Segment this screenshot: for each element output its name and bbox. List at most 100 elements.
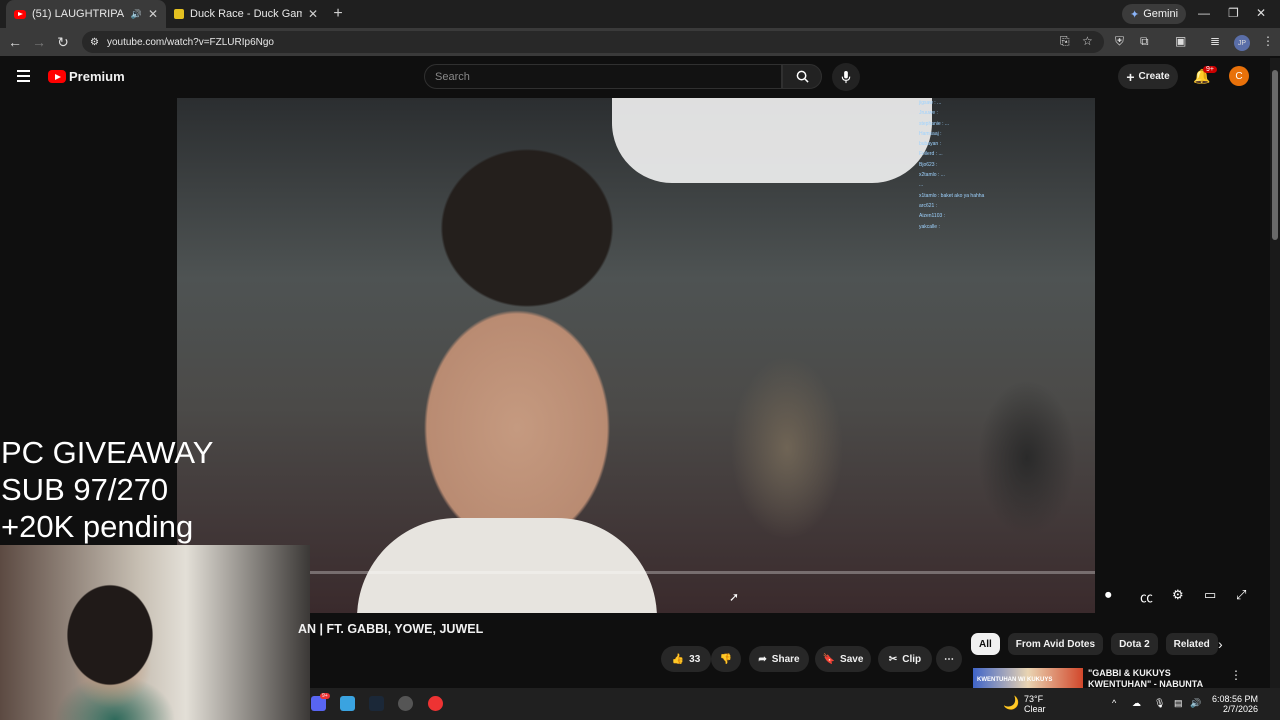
logo-text: Premium bbox=[69, 69, 125, 84]
url-text: youtube.com/watch?v=FZLURIp6Ngo bbox=[106, 36, 274, 48]
chevron-right-icon[interactable]: › bbox=[1218, 636, 1223, 652]
side-panel-icon[interactable]: ▣ bbox=[1175, 34, 1186, 48]
tab-title: Duck Race - Duck Games bbox=[190, 8, 302, 20]
chat-line: jigsaw : ... bbox=[919, 100, 942, 106]
gemini-icon: ✦ bbox=[1130, 8, 1140, 21]
new-tab-button[interactable]: + bbox=[326, 5, 350, 23]
chat-line: x1tamlo : baket ako ya hahha bbox=[919, 192, 985, 199]
weather-moon-icon[interactable]: 🌙 bbox=[1003, 695, 1019, 711]
voice-search-button[interactable] bbox=[832, 63, 860, 91]
weather-widget[interactable]: 73°F Clear bbox=[1024, 694, 1046, 714]
minimize-icon[interactable]: — bbox=[1198, 6, 1210, 20]
recommendation-chips: All From Avid Dotes Dota 2 Related bbox=[971, 633, 1218, 655]
close-window-icon[interactable]: ✕ bbox=[1256, 6, 1266, 20]
media-controls-icon[interactable]: ≣ bbox=[1210, 34, 1220, 48]
mouse-cursor-icon: ➚ bbox=[729, 590, 740, 604]
video-frame-sunroof bbox=[612, 98, 932, 183]
browser-tab-strip: (51) LAUGHTRIPAN | KUKUYS 🔊 ✕ Duck Race … bbox=[0, 0, 1280, 28]
menu-hamburger-icon[interactable] bbox=[17, 70, 30, 85]
share-button[interactable]: ➦ Share bbox=[749, 646, 809, 672]
back-icon[interactable]: ← bbox=[3, 34, 27, 50]
miniplayer-icon[interactable]: ▭ bbox=[1204, 587, 1216, 603]
overlay-line: +20K pending bbox=[1, 509, 194, 544]
clock[interactable]: 6:08:56 PM 2/7/2026 bbox=[1212, 694, 1258, 714]
settings-gear-icon[interactable]: ⚙ bbox=[1172, 587, 1184, 603]
search-button[interactable] bbox=[782, 64, 822, 89]
browser-menu-icon[interactable]: ⋮ bbox=[1262, 34, 1274, 48]
thumbnail-text: KWENTUHAN W/ KUKUYS bbox=[977, 677, 1053, 683]
tab-duck-race[interactable]: Duck Race - Duck Games ✕ bbox=[166, 0, 326, 28]
clip-button[interactable]: ✂ Clip bbox=[878, 646, 932, 672]
install-app-icon[interactable]: ⎘ bbox=[1060, 34, 1070, 49]
create-button[interactable]: + Create bbox=[1118, 64, 1178, 89]
chip-all[interactable]: All bbox=[971, 633, 1000, 655]
chip-dota-2[interactable]: Dota 2 bbox=[1111, 633, 1158, 655]
media-player-icon[interactable] bbox=[428, 696, 443, 711]
autoplay-toggle-icon[interactable]: ⏺ bbox=[1105, 587, 1112, 603]
volume-icon[interactable]: 🔊 bbox=[1190, 698, 1201, 708]
gemini-button[interactable]: ✦ Gemini bbox=[1122, 4, 1187, 24]
video-player[interactable]: jigsaw : ... Jruuwe : stephanie : ... Ha… bbox=[177, 98, 1095, 613]
save-button[interactable]: 🔖 Save bbox=[815, 646, 871, 672]
search-icon bbox=[796, 70, 809, 83]
chat-line: stephanie : ... bbox=[919, 120, 950, 127]
extensions-puzzle-icon[interactable]: ⧉ bbox=[1140, 34, 1149, 49]
chat-line: bubayan : bbox=[919, 141, 941, 148]
youtube-premium-logo[interactable]: Premium bbox=[48, 69, 125, 84]
shield-extension-icon[interactable]: ⛨ bbox=[1115, 34, 1124, 49]
plus-icon: + bbox=[1126, 68, 1135, 85]
tray-overflow-icon[interactable]: ^ bbox=[1112, 698, 1116, 708]
clock-date: 2/7/2026 bbox=[1222, 704, 1259, 714]
share-label: Share bbox=[771, 653, 800, 665]
chrome-icon[interactable] bbox=[398, 696, 413, 711]
tab-youtube[interactable]: (51) LAUGHTRIPAN | KUKUYS 🔊 ✕ bbox=[6, 0, 166, 28]
bookmark-star-icon[interactable]: ☆ bbox=[1082, 34, 1093, 48]
chat-line: x2tamlo : ... bbox=[919, 172, 945, 179]
webcam-overlay bbox=[0, 545, 310, 720]
microphone-icon bbox=[841, 70, 851, 83]
stream-chat-overlay: jigsaw : ... Jruuwe : stephanie : ... Ha… bbox=[919, 98, 1089, 232]
mic-tray-icon[interactable]: 🎙 bbox=[1154, 698, 1165, 708]
video-progress-bar[interactable] bbox=[177, 571, 1095, 574]
dislike-button[interactable]: 👎 bbox=[711, 646, 741, 672]
scissors-icon: ✂ bbox=[888, 653, 898, 665]
chat-line: Hamsaaj : bbox=[919, 130, 942, 137]
restore-icon[interactable]: ❐ bbox=[1228, 6, 1239, 20]
clock-time: 6:08:56 PM bbox=[1212, 694, 1259, 704]
discord-badge: 9+ bbox=[320, 693, 330, 699]
forward-icon[interactable]: → bbox=[27, 34, 51, 50]
chat-line: Jruuwe : bbox=[919, 110, 938, 117]
site-info-icon[interactable]: ⚙ bbox=[90, 37, 99, 48]
chat-line: Bjo623 : bbox=[919, 161, 938, 168]
chip-from-avid-dotes[interactable]: From Avid Dotes bbox=[1007, 633, 1104, 655]
more-actions-button[interactable]: ⋯ bbox=[936, 646, 962, 672]
notepad-icon[interactable] bbox=[340, 696, 355, 711]
recommendation-thumbnail[interactable]: KWENTUHAN W/ KUKUYS bbox=[973, 668, 1083, 688]
fullscreen-icon[interactable]: ⤢ bbox=[1236, 587, 1246, 603]
close-tab-icon[interactable]: ✕ bbox=[148, 7, 158, 21]
close-tab-icon[interactable]: ✕ bbox=[308, 7, 318, 21]
speaker-icon[interactable]: 🔊 bbox=[131, 9, 142, 20]
bookmark-icon: 🔖 bbox=[822, 653, 836, 665]
scrollbar-thumb[interactable] bbox=[1272, 70, 1278, 240]
like-button[interactable]: 👍 33 bbox=[661, 646, 711, 672]
onedrive-icon[interactable]: ☁ bbox=[1132, 698, 1141, 708]
reload-icon[interactable]: ↻ bbox=[51, 34, 75, 51]
weather-desc: Clear bbox=[1024, 704, 1046, 714]
youtube-favicon-icon bbox=[14, 9, 26, 19]
chat-line: yakcalle : bbox=[919, 223, 940, 230]
youtube-logo-icon bbox=[48, 70, 66, 83]
gemini-label: Gemini bbox=[1143, 8, 1179, 20]
account-avatar[interactable]: C bbox=[1229, 66, 1249, 86]
recommendation-menu-icon[interactable]: ⋮ bbox=[1230, 668, 1242, 682]
network-icon[interactable]: ▤ bbox=[1174, 698, 1183, 708]
video-title: AN | FT. GABBI, YOWE, JUWEL bbox=[298, 622, 484, 636]
thumbs-down-icon: 👎 bbox=[719, 653, 733, 665]
recommendation-title[interactable]: "GABBI & KUKUYS KWENTUHAN" - NABUNTA bbox=[1088, 668, 1228, 690]
address-bar[interactable]: ⚙ youtube.com/watch?v=FZLURIp6Ngo bbox=[82, 31, 1104, 53]
profile-avatar[interactable]: JP bbox=[1234, 35, 1250, 51]
chip-related[interactable]: Related bbox=[1165, 633, 1218, 655]
steam-icon[interactable] bbox=[369, 696, 384, 711]
captions-icon[interactable]: ㏄ bbox=[1140, 587, 1153, 606]
search-input[interactable]: Search bbox=[424, 64, 782, 89]
